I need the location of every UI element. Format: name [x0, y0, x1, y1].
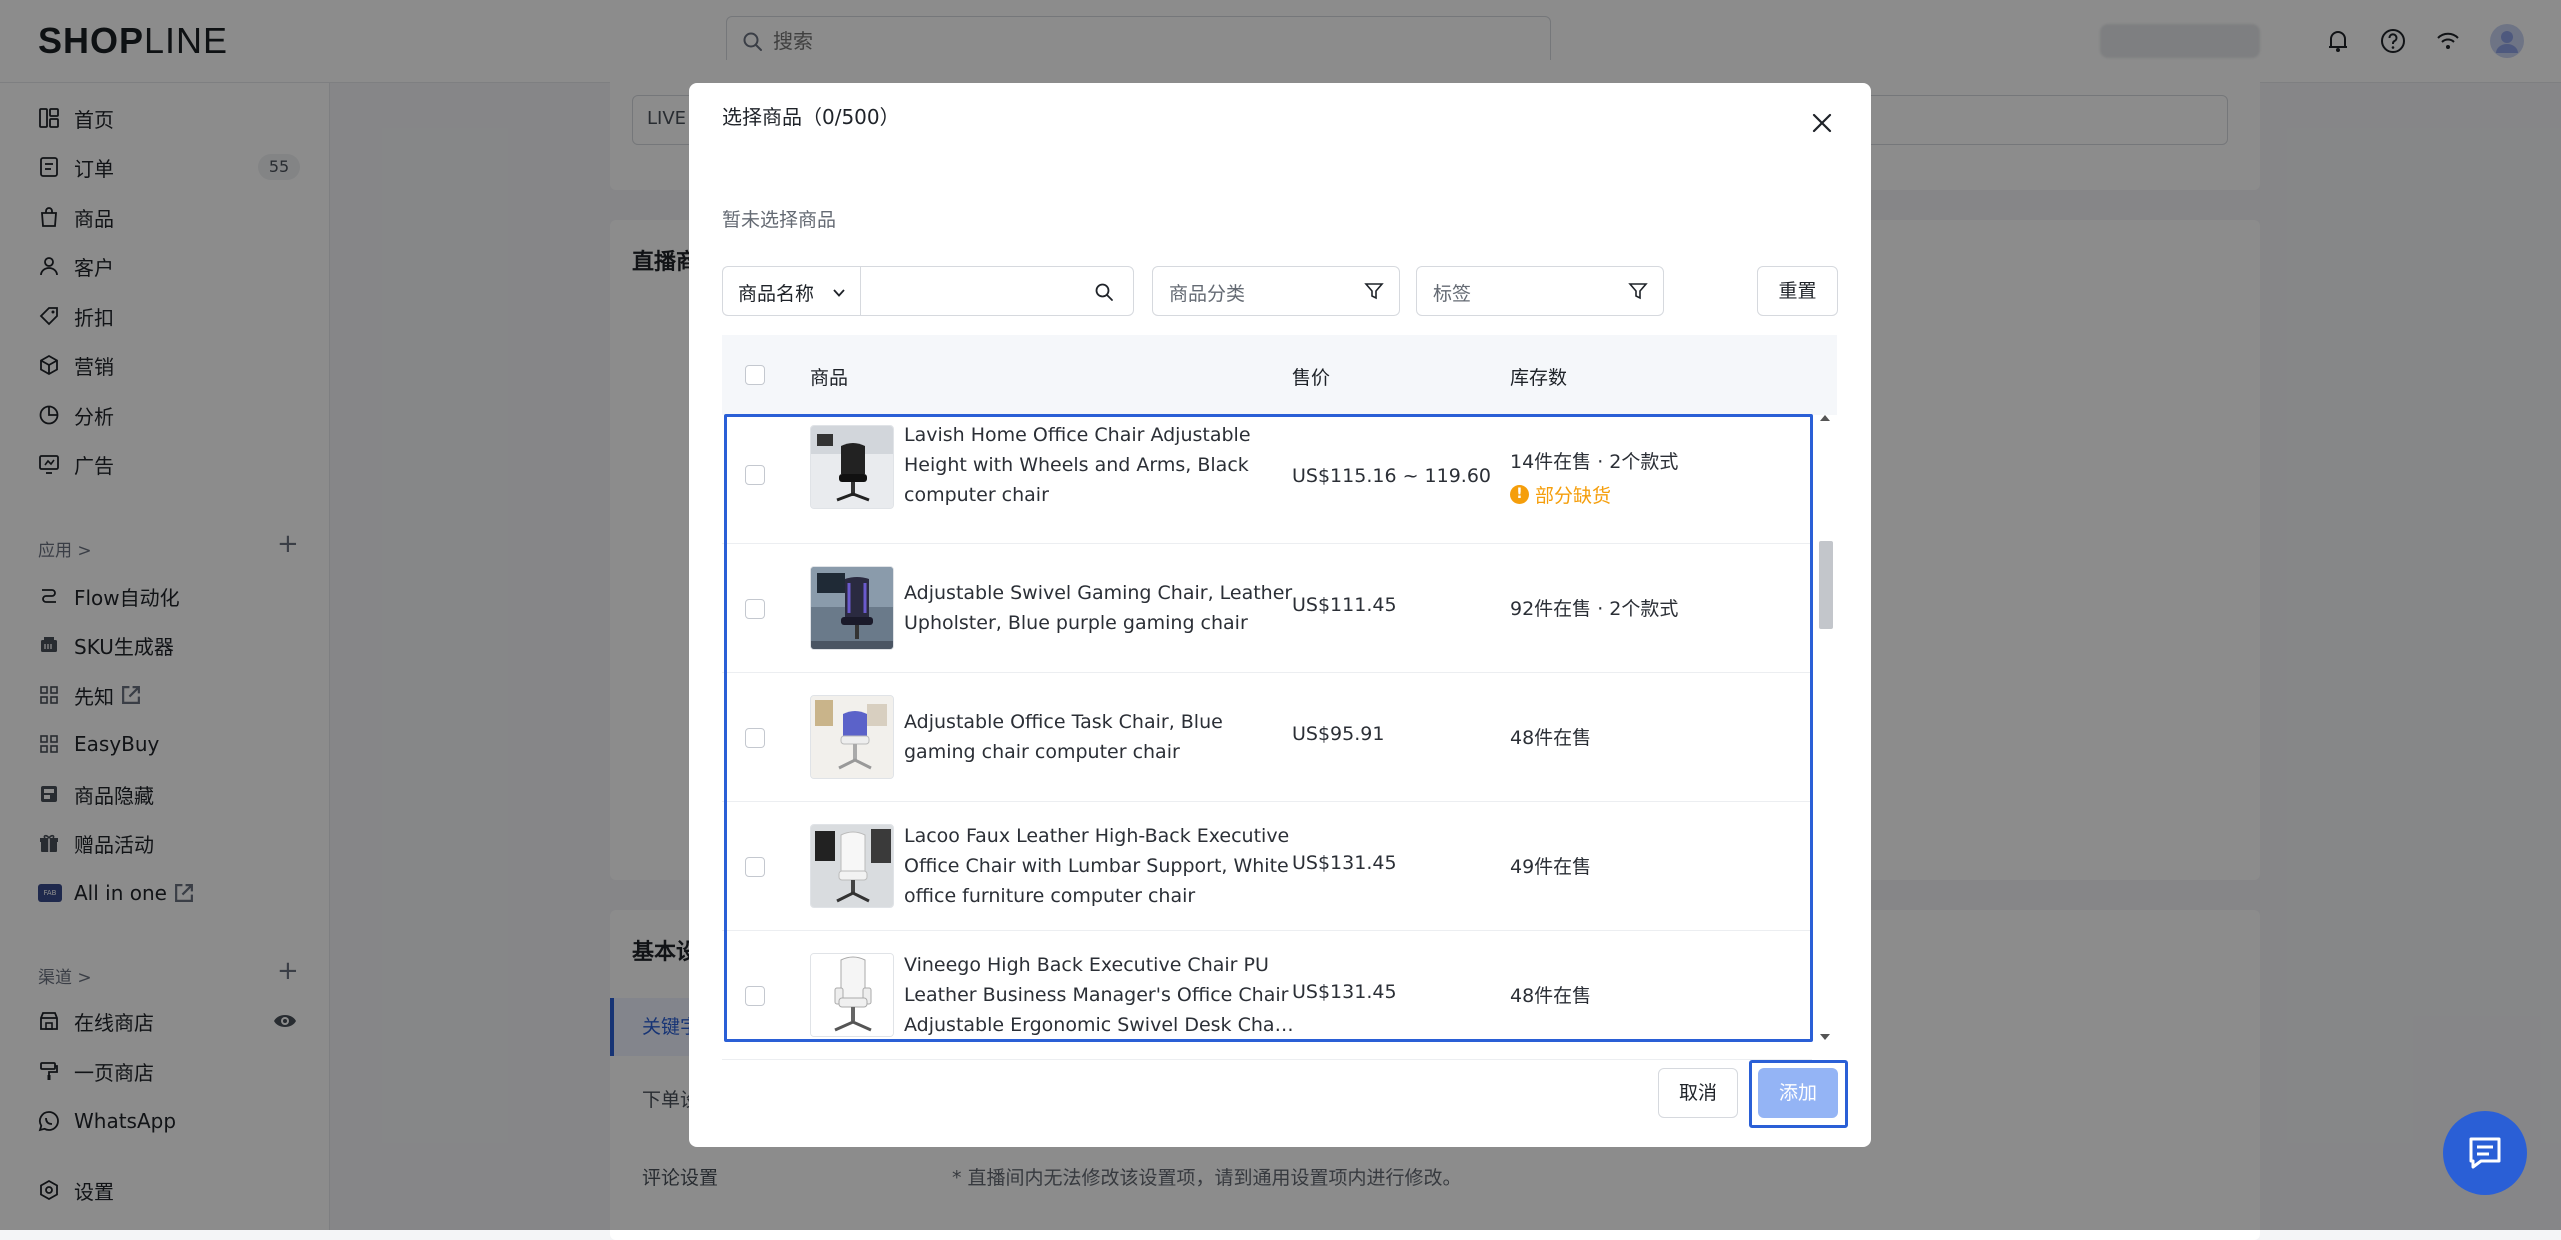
- product-thumbnail: [810, 566, 894, 650]
- white-executive-chair-image: [811, 954, 893, 1036]
- warning-icon: !: [1510, 485, 1529, 504]
- column-price: 售价: [1292, 367, 1331, 389]
- product-price: US$111.45: [1292, 594, 1397, 616]
- gaming-chair-image: [811, 567, 893, 649]
- row-checkbox[interactable]: [745, 465, 765, 485]
- product-thumbnail: [810, 425, 894, 509]
- office-chair-image: [811, 426, 893, 508]
- add-button[interactable]: 添加: [1758, 1068, 1838, 1118]
- product-thumbnail: [810, 953, 894, 1037]
- search-field-select[interactable]: 商品名称: [722, 266, 860, 316]
- product-search-input[interactable]: [860, 266, 1134, 316]
- modal-title: 选择商品（0/500）: [722, 105, 900, 129]
- table-row[interactable]: Lacoo Faux Leather High-Back Executive O…: [722, 802, 1812, 931]
- filter-icon: [1628, 283, 1648, 300]
- table-row[interactable]: Vineego High Back Executive Chair PU Lea…: [722, 931, 1812, 1060]
- search-icon[interactable]: [1093, 281, 1115, 303]
- product-stock: 92件在售 · 2个款式: [1510, 598, 1679, 620]
- row-checkbox[interactable]: [745, 599, 765, 619]
- scroll-down-arrow[interactable]: [1820, 1034, 1830, 1040]
- product-price: US$115.16 ~ 119.60: [1292, 465, 1492, 487]
- scrollbar-thumb[interactable]: [1819, 541, 1833, 629]
- table-row[interactable]: Adjustable Office Task Chair, Blue gamin…: [722, 673, 1812, 802]
- product-name: Adjustable Office Task Chair, Blue gamin…: [904, 711, 1223, 763]
- select-all-checkbox[interactable]: [745, 365, 765, 385]
- filter-icon: [1364, 283, 1384, 300]
- product-thumbnail: [810, 695, 894, 779]
- row-checkbox[interactable]: [745, 986, 765, 1006]
- table-row[interactable]: Adjustable Swivel Gaming Chair, Leather …: [722, 544, 1812, 673]
- chat-icon: [2469, 1137, 2501, 1169]
- table-scrollbar[interactable]: [1816, 415, 1834, 1123]
- product-stock: 49件在售: [1510, 856, 1592, 878]
- cancel-button[interactable]: 取消: [1658, 1068, 1738, 1118]
- product-stock: 48件在售: [1510, 727, 1592, 749]
- close-icon[interactable]: [1809, 110, 1835, 136]
- tag-filter[interactable]: 标签: [1416, 266, 1664, 316]
- product-name: Lavish Home Office Chair Adjustable Heig…: [904, 424, 1251, 506]
- column-product: 商品: [810, 367, 849, 389]
- product-price: US$95.91: [1292, 723, 1385, 745]
- reset-button[interactable]: 重置: [1757, 266, 1838, 316]
- task-chair-image: [811, 696, 893, 778]
- product-price: US$131.45: [1292, 981, 1397, 1003]
- category-filter[interactable]: 商品分类: [1152, 266, 1400, 316]
- table-row[interactable]: Lavish Home Office Chair Adjustable Heig…: [722, 415, 1812, 544]
- column-stock: 库存数: [1510, 367, 1568, 389]
- product-stock: 48件在售: [1510, 985, 1592, 1007]
- product-stock: 14件在售 · 2个款式: [1510, 451, 1679, 473]
- table-header: 商品 售价 库存数: [722, 335, 1837, 415]
- product-name: Adjustable Swivel Gaming Chair, Leather …: [904, 582, 1293, 634]
- product-price: US$131.45: [1292, 852, 1397, 874]
- chat-support-button[interactable]: [2443, 1111, 2527, 1195]
- chevron-down-icon: [833, 289, 845, 297]
- product-thumbnail: [810, 824, 894, 908]
- product-name: Lacoo Faux Leather High-Back Executive O…: [904, 825, 1290, 907]
- selection-empty-text: 暂未选择商品: [722, 209, 837, 231]
- row-checkbox[interactable]: [745, 857, 765, 877]
- executive-chair-image: [811, 825, 893, 907]
- product-name: Vineego High Back Executive Chair PU Lea…: [904, 954, 1294, 1036]
- stock-warning: ! 部分缺货: [1510, 481, 1611, 508]
- select-products-modal: 选择商品（0/500） 暂未选择商品 商品名称 商品分类 标签 重置 商品 售价…: [689, 83, 1871, 1147]
- product-table[interactable]: Lavish Home Office Chair Adjustable Heig…: [722, 415, 1837, 1123]
- row-checkbox[interactable]: [745, 728, 765, 748]
- scroll-up-arrow[interactable]: [1820, 415, 1830, 421]
